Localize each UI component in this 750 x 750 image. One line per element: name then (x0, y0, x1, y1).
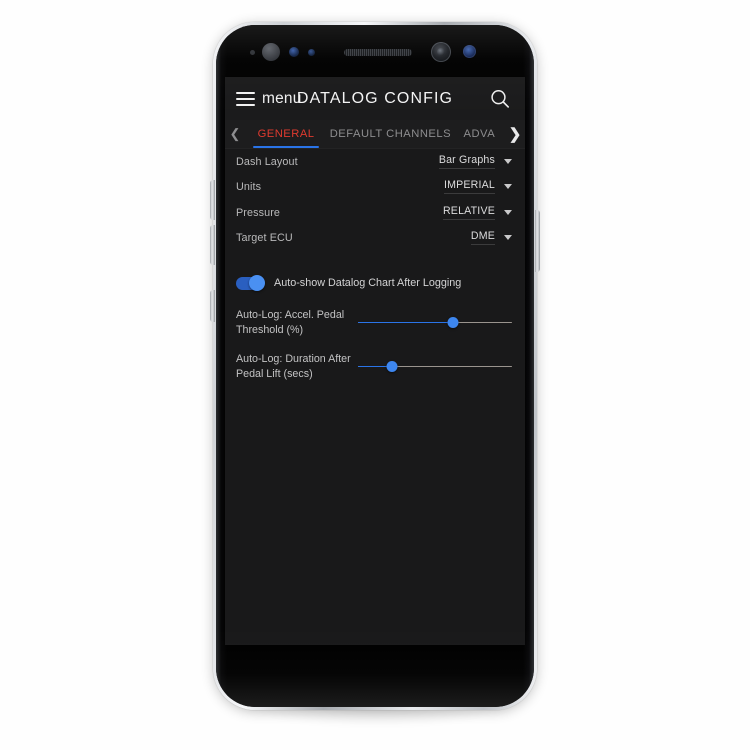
chevron-down-icon (504, 209, 512, 215)
tab-general-label: GENERAL (257, 128, 315, 140)
setting-row-accel-pedal-threshold: Auto-Log: Accel. Pedal Threshold (%) (225, 306, 525, 339)
setting-label: Target ECU (236, 232, 293, 245)
toggle-auto-show-chart[interactable] (236, 275, 265, 291)
volume-down-button[interactable] (210, 225, 215, 265)
speaker-grille-icon (344, 49, 412, 56)
tab-default-channels[interactable]: DEFAULT CHANNELS (327, 120, 454, 148)
phone-screen: menu DATALOG CONFIG ❮ GENERAL DEFAULT CH… (225, 77, 525, 645)
tab-advanced[interactable]: ADVA (454, 120, 505, 148)
screenshot-stage: menu DATALOG CONFIG ❮ GENERAL DEFAULT CH… (0, 0, 750, 750)
setting-row-pressure: Pressure RELATIVE (225, 200, 525, 226)
camera-lens-icon (437, 48, 445, 56)
slider-label: Auto-Log: Accel. Pedal Threshold (%) (236, 309, 345, 336)
front-camera-icon (431, 42, 451, 62)
slider-fill (358, 321, 454, 324)
smartphone-device: menu DATALOG CONFIG ❮ GENERAL DEFAULT CH… (210, 22, 540, 710)
dropdown-value: DME (470, 230, 495, 246)
dropdown-units[interactable]: IMPERIAL (443, 179, 512, 195)
dropdown-target-ecu[interactable]: DME (470, 230, 512, 246)
device-body: menu DATALOG CONFIG ❮ GENERAL DEFAULT CH… (216, 25, 534, 707)
setting-label: Dash Layout (236, 155, 298, 168)
setting-row-target-ecu: Target ECU DME (225, 226, 525, 252)
top-bezel (216, 25, 534, 77)
toggle-knob (249, 275, 265, 291)
dropdown-value: Bar Graphs (438, 154, 495, 169)
app-bar: menu DATALOG CONFIG (225, 77, 525, 120)
tab-advanced-label: ADVA (463, 128, 496, 140)
dropdown-value: RELATIVE (442, 205, 495, 220)
chevron-right-icon[interactable]: ❯ (505, 125, 525, 143)
tab-general[interactable]: GENERAL (245, 120, 327, 148)
tab-list: GENERAL DEFAULT CHANNELS ADVA (245, 120, 505, 148)
dropdown-value: IMPERIAL (443, 179, 495, 195)
search-icon[interactable] (487, 86, 513, 112)
tab-default-channels-label: DEFAULT CHANNELS (329, 128, 452, 140)
volume-up-button[interactable] (210, 180, 215, 220)
tab-active-indicator (253, 145, 320, 148)
setting-row-duration-after-pedal-lift: Auto-Log: Duration After Pedal Lift (sec… (225, 350, 525, 383)
setting-label: Pressure (236, 206, 281, 219)
slider-label: Auto-Log: Duration After Pedal Lift (sec… (236, 353, 351, 380)
proximity-sensor-icon (250, 50, 255, 55)
setting-row-auto-show-chart: Auto-show Datalog Chart After Logging (225, 271, 525, 295)
earpiece-speaker-icon (262, 43, 280, 61)
toggle-label: Auto-show Datalog Chart After Logging (274, 277, 462, 289)
chevron-down-icon (504, 158, 512, 164)
chevron-down-icon (504, 235, 512, 241)
setting-row-dash-layout: Dash Layout Bar Graphs (225, 149, 525, 175)
tab-strip: ❮ GENERAL DEFAULT CHANNELS ADVA ❯ (225, 120, 525, 149)
bixby-button[interactable] (210, 290, 215, 322)
empty-content-area (225, 383, 525, 645)
slider-thumb[interactable] (447, 317, 459, 328)
setting-row-units: Units IMPERIAL (225, 175, 525, 201)
light-sensor-icon (308, 49, 315, 56)
chevron-down-icon (504, 184, 512, 190)
menu-button-label: menu (262, 89, 302, 107)
iris-scanner-icon (289, 47, 299, 57)
settings-list: Dash Layout Bar Graphs Units IMPERIAL Pr… (225, 149, 525, 645)
slider-accel-pedal-threshold[interactable] (358, 312, 512, 334)
hamburger-icon (236, 91, 255, 106)
dropdown-dash-layout[interactable]: Bar Graphs (438, 154, 512, 170)
dropdown-pressure[interactable]: RELATIVE (442, 205, 512, 221)
menu-button[interactable]: menu (236, 90, 302, 108)
slider-thumb[interactable] (386, 361, 398, 372)
setting-label: Units (236, 181, 262, 194)
slider-duration-after-pedal-lift[interactable] (358, 356, 512, 378)
flood-illuminator-icon (463, 45, 476, 58)
power-button[interactable] (535, 210, 540, 272)
chevron-left-icon[interactable]: ❮ (225, 126, 245, 142)
